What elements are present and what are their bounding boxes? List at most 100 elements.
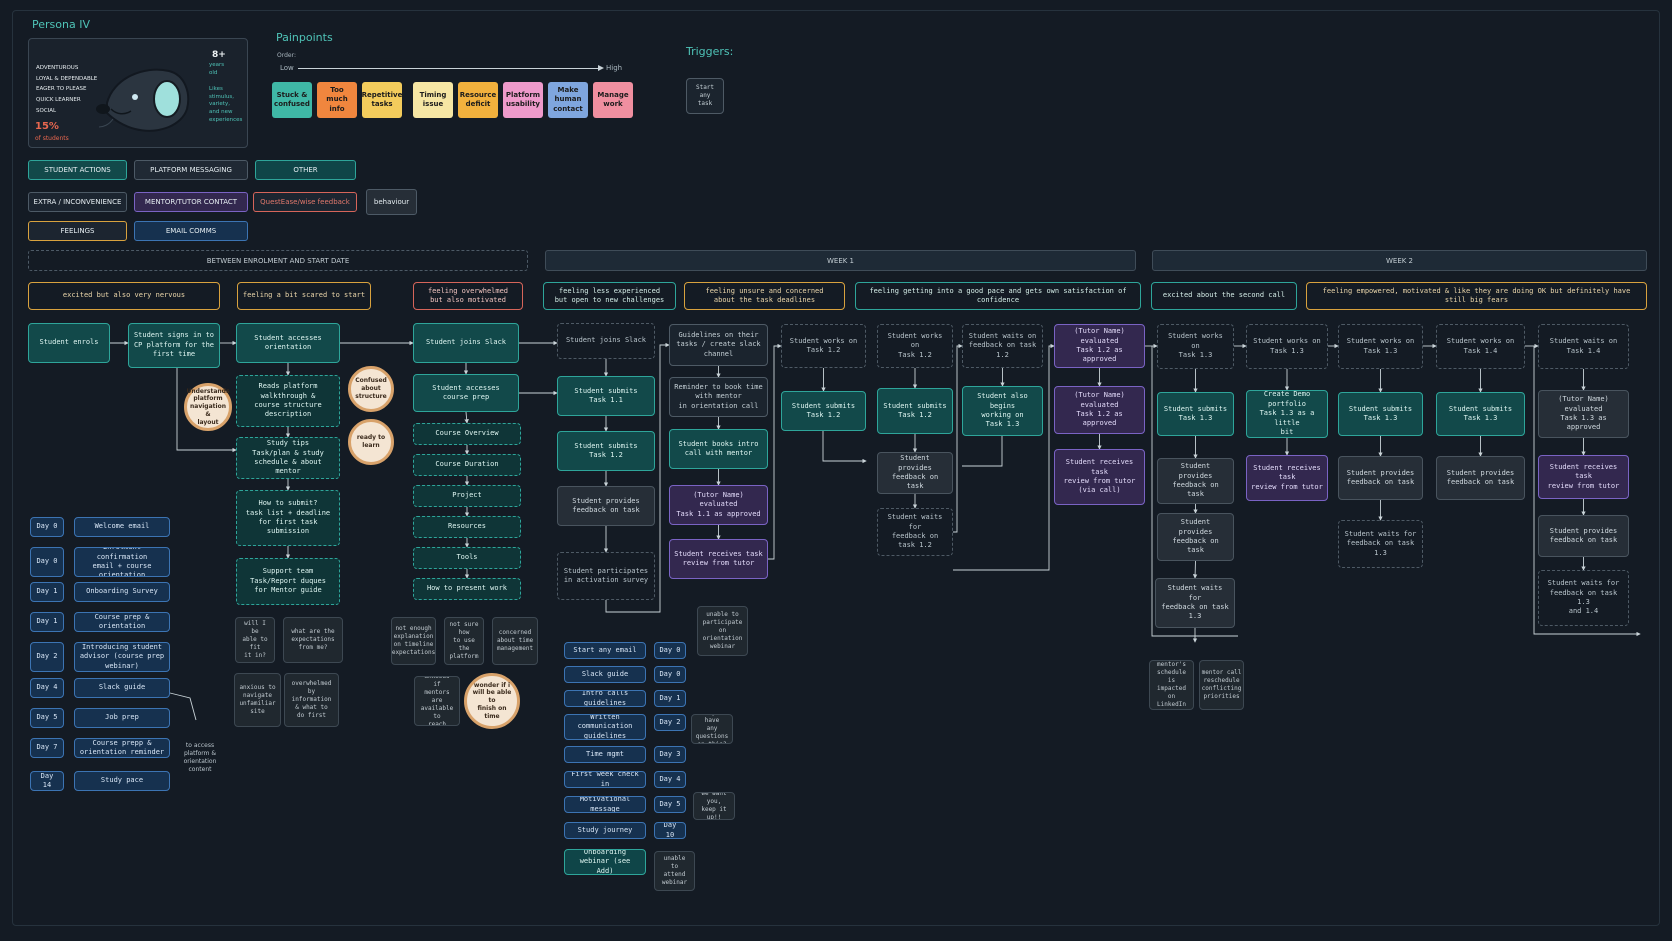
platform-message-day: Day 0	[654, 642, 686, 659]
journey-map-canvas: Persona IV ADVENTUROUS LOYAL & DEPENDABL…	[0, 0, 1672, 941]
journey-step: Student receives task review from tutor	[669, 539, 768, 579]
journey-step: Student books intro call with mentor	[669, 429, 768, 469]
feeling-note: excited about the second call	[1151, 282, 1297, 310]
platform-message-day: Day 1	[654, 690, 686, 707]
journey-step: Student submits Task 1.2	[781, 391, 866, 431]
platform-message[interactable]: First week check in	[564, 771, 646, 788]
journey-step: Student receives task review from tutor …	[1054, 449, 1145, 505]
journey-step: Student provides feedback on task	[1157, 513, 1234, 561]
journey-step: Student works on Task 1.2	[781, 324, 866, 368]
platform-message[interactable]: Intro calls guidelines	[564, 690, 646, 707]
journey-step: Tools	[413, 547, 521, 569]
email-item[interactable]: Welcome email	[74, 517, 170, 537]
email-item[interactable]: Enrolment confirmation email + course or…	[74, 547, 170, 577]
painpoint-chip: Platform usability	[503, 82, 543, 118]
persona-card: ADVENTUROUS LOYAL & DEPENDABLE EAGER TO …	[28, 38, 248, 148]
journey-step: Student provides feedback on task	[557, 486, 655, 526]
journey-step: Student joins Slack	[413, 323, 519, 363]
painpoint-chip: Make human contact	[548, 82, 588, 118]
email-day-badge: Day 4	[30, 678, 64, 698]
emotion-bubble: wonder if i will be able to finish on ti…	[464, 673, 520, 729]
emotion-bubble: ready to learn	[348, 419, 394, 465]
platform-message[interactable]: Onboarding webinar (see Add)	[564, 849, 646, 875]
feeling-note: feeling a bit scared to start	[237, 282, 371, 310]
thought-note: what are the expectations from me?	[283, 617, 343, 663]
journey-step: (Tutor Name) evaluated Task 1.3 as appro…	[1538, 390, 1629, 438]
persona-percent: 15%	[35, 121, 59, 132]
platform-message-day: Day 2	[654, 714, 686, 731]
platform-message[interactable]: Study journey	[564, 822, 646, 839]
journey-step: Student provides feedback on task	[877, 452, 953, 494]
email-day-badge: Day 0	[30, 547, 64, 577]
journey-step: Student works on Task 1.3	[1246, 324, 1328, 369]
platform-message[interactable]: Slack guide	[564, 666, 646, 683]
thought-note: anxious to navigate unfamiliar site	[234, 673, 281, 727]
painpoints-low-label: Low	[280, 64, 294, 72]
trigger-start-any-task: Start any task	[686, 78, 724, 114]
feeling-note: feeling less experienced but open to new…	[543, 282, 676, 310]
journey-step: Reads platform walkthrough & course stru…	[236, 375, 340, 427]
email-item[interactable]: Job prep	[74, 708, 170, 728]
email-item[interactable]: Onboarding Survey	[74, 582, 170, 602]
platform-message-day: Day 0	[654, 666, 686, 683]
journey-step: Student waits for feedback on task 1.3 a…	[1538, 570, 1629, 626]
journey-step: Student waits on Task 1.4	[1538, 324, 1629, 369]
thought-note: not sure how to use the platform	[444, 617, 484, 665]
emotion-bubble: Understands platform navigation & layout	[184, 383, 232, 431]
phase-header: WEEK 1	[545, 250, 1136, 271]
journey-step: Student waits for feedback on task 1.2	[877, 508, 953, 556]
feeling-note: excited but also very nervous	[28, 282, 220, 310]
thought-note: will I be able to fit it in?	[235, 617, 275, 663]
painpoint-chip: Too much info	[317, 82, 357, 118]
thought-note: do you have any questions on this?	[691, 714, 733, 744]
scale-arrow-icon	[598, 65, 604, 71]
platform-message[interactable]: Time mgmt	[564, 746, 646, 763]
journey-step: Student works on Task 1.3	[1338, 324, 1423, 369]
journey-step: Student waits for feedback on task 1.3	[1338, 520, 1423, 568]
journey-step: Create Demo portfolio Task 1.3 as a litt…	[1246, 390, 1328, 438]
legend-key: QuestEase/wise feedback	[253, 192, 357, 212]
email-day-badge: Day 0	[30, 517, 64, 537]
email-day-badge: Day 2	[30, 642, 64, 672]
phase-header: BETWEEN ENROLMENT AND START DATE	[28, 250, 528, 271]
journey-step: Student receives task review from tutor	[1538, 455, 1629, 499]
journey-step: Guidelines on their tasks / create slack…	[669, 324, 768, 366]
triggers-title: Triggers:	[686, 45, 734, 58]
persona-likes: Likes stimulus, variety, and new experie…	[209, 86, 243, 123]
email-note: to access platform & orientation content	[183, 742, 217, 774]
journey-step: Student participates in activation surve…	[557, 552, 655, 600]
journey-step: Project	[413, 485, 521, 507]
thought-note: mentor's schedule is impacted on LinkedI…	[1149, 660, 1194, 710]
journey-step: Student works on Task 1.2	[877, 324, 953, 368]
journey-step: Student works on Task 1.4	[1436, 324, 1525, 369]
journey-step: Student signs in to CP platform for the …	[128, 323, 220, 368]
email-item[interactable]: Study pace	[74, 771, 170, 791]
email-item[interactable]: Slack guide	[74, 678, 170, 698]
platform-message[interactable]: Written communication guidelines	[564, 714, 646, 740]
journey-step: Student accesses orientation	[236, 323, 340, 363]
dog-illustration-icon	[96, 68, 190, 132]
journey-step: Support team Task/Report duques for Ment…	[236, 558, 340, 605]
legend-key: STUDENT ACTIONS	[28, 160, 127, 180]
email-item[interactable]: Course prepp & orientation reminder	[74, 738, 170, 758]
legend-key: MENTOR/TUTOR CONTACT	[134, 192, 248, 212]
email-item[interactable]: Introducing student advisor (course prep…	[74, 642, 170, 672]
email-day-badge: Day 7	[30, 738, 64, 758]
painpoint-chip: Stuck & confused	[272, 82, 312, 118]
emotion-bubble: Confused about structure	[348, 366, 394, 412]
email-item[interactable]: Course prep & orientation	[74, 612, 170, 632]
journey-step: How to present work	[413, 578, 521, 600]
painpoints-order-label: Order:	[277, 52, 296, 59]
platform-message[interactable]: Motivational message	[564, 796, 646, 813]
legend-key: PLATFORM MESSAGING	[134, 160, 248, 180]
journey-step: Student submits Task 1.2	[877, 388, 953, 434]
painpoint-chip: Repetitive tasks	[362, 82, 402, 118]
journey-step: Student submits Task 1.3	[1157, 392, 1234, 436]
journey-step: (Tutor Name) evaluated Task 1.2 as appro…	[1054, 324, 1145, 368]
email-day-badge: Day 5	[30, 708, 64, 728]
journey-step: How to submit? task list + deadline for …	[236, 490, 340, 546]
platform-message[interactable]: Start any email	[564, 642, 646, 659]
journey-step: Reminder to book time with mentor in ori…	[669, 377, 768, 417]
journey-step: Course Overview	[413, 423, 521, 445]
legend-key: behaviour	[366, 189, 417, 215]
